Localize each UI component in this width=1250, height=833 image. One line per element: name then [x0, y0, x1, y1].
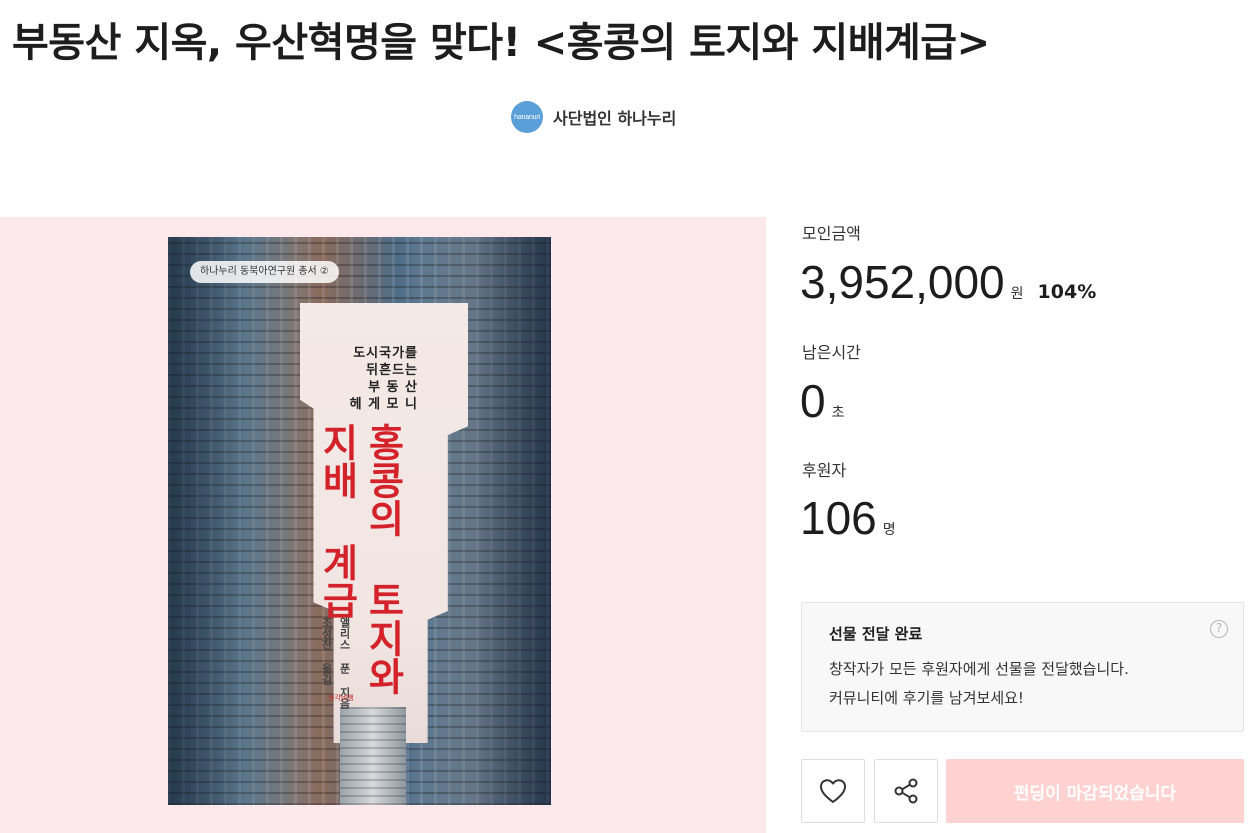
- delivery-complete-notice: 선물 전달 완료 창작자가 모든 후원자에게 선물을 전달했습니다. 커뮤니티에…: [801, 602, 1244, 732]
- creator-name[interactable]: 사단법인 하나누리: [553, 105, 676, 129]
- amount-value: 3,952,000: [800, 256, 1005, 308]
- backers-value: 106: [800, 492, 877, 544]
- cover-series-label: 하나누리 동북아연구원 총서 ②: [190, 261, 339, 283]
- time-left-value: 0: [800, 375, 826, 427]
- question-circle-icon[interactable]: ?: [1210, 620, 1228, 638]
- notice-text-line: 창작자가 모든 후원자에게 선물을 전달했습니다.: [829, 660, 1129, 678]
- cover-publisher-logo: 생각비행: [328, 694, 354, 702]
- creator-avatar[interactable]: hananuri: [511, 101, 543, 133]
- cover-subtitle-line: 뒤흔드는: [366, 363, 418, 378]
- backers-row: 106 명: [800, 493, 896, 543]
- time-left-row: 0 초: [800, 376, 844, 426]
- cover-subtitle-line: 헤 게 모 니: [349, 397, 418, 412]
- backers-unit: 명: [882, 522, 896, 538]
- cover-subtitle-line: 도시국가를: [353, 346, 418, 361]
- share-button[interactable]: [874, 759, 938, 823]
- cover-title-column-2: 지배 계급: [315, 423, 359, 619]
- cover-subtitle-line: 부 동 산: [368, 380, 418, 395]
- amount-unit: 원: [1010, 286, 1024, 302]
- cover-shade-left: [168, 237, 298, 805]
- project-image-area: 하나누리 동북아연구원 총서 ② 도시국가를 뒤흔드는 부 동 산 헤 게 모 …: [0, 217, 766, 833]
- time-left-label: 남은시간: [802, 343, 861, 362]
- time-left-unit: 초: [831, 405, 845, 421]
- notice-text-line: 커뮤니티에 후기를 남겨보세요!: [829, 689, 1024, 707]
- notice-title: 선물 전달 완료: [829, 625, 923, 643]
- like-button[interactable]: [801, 759, 865, 823]
- avatar-text: hananuri: [514, 113, 540, 121]
- cover-tower: [340, 707, 406, 805]
- backers-label: 후원자: [802, 461, 847, 480]
- project-title: 부동산 지옥, 우산혁명을 맞다! <홍콩의 토지와 지배계급>: [12, 20, 990, 66]
- cover-title-column-1: 홍콩의 토지와: [361, 423, 405, 695]
- project-page: 부동산 지옥, 우산혁명을 맞다! <홍콩의 토지와 지배계급> hananur…: [0, 0, 1250, 833]
- heart-icon: [820, 779, 846, 803]
- book-cover-image: 하나누리 동북아연구원 총서 ② 도시국가를 뒤흔드는 부 동 산 헤 게 모 …: [168, 237, 551, 805]
- amount-row: 3,952,000 원 104%: [800, 257, 1096, 307]
- cover-subtitle: 도시국가를 뒤흔드는 부 동 산 헤 게 모 니: [318, 345, 418, 413]
- funding-closed-button[interactable]: 펀딩이 마감되었습니다: [946, 759, 1244, 823]
- amount-percent: 104%: [1037, 281, 1097, 303]
- cover-translator: 조성찬 옮김: [320, 617, 333, 685]
- amount-label: 모인금액: [802, 224, 861, 243]
- share-icon: [894, 778, 918, 804]
- creator-link[interactable]: hananuri 사단법인 하나누리: [511, 100, 676, 134]
